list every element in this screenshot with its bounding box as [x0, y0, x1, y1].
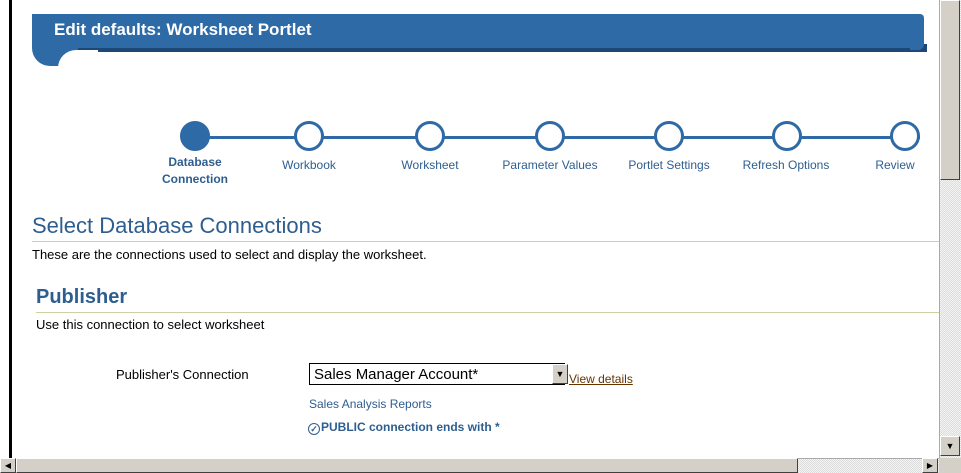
publisher-description: Use this connection to select worksheet [36, 317, 265, 332]
window-left-border [0, 0, 12, 458]
publisher-connection-label: Publisher's Connection [116, 367, 249, 382]
scrollbar-corner [939, 458, 961, 473]
train-step-label-line1: Database [168, 155, 222, 169]
publisher-connection-value: Sales Manager Account* [314, 366, 479, 383]
train-step-review-icon[interactable] [890, 121, 920, 151]
public-connection-note: ✓ PUBLIC connection ends with * [308, 420, 500, 435]
train-step-worksheet-icon[interactable] [415, 121, 445, 151]
train-step-parameter-values[interactable]: Parameter Values [490, 158, 610, 172]
scroll-left-arrow-icon[interactable]: ◀ [0, 458, 16, 473]
dropdown-arrow-icon[interactable]: ▼ [552, 364, 568, 384]
section-description: These are the connections used to select… [32, 247, 427, 262]
public-connection-note-text: PUBLIC connection ends with * [321, 420, 500, 434]
train-step-portlet-settings[interactable]: Portlet Settings [609, 158, 729, 172]
section-title: Select Database Connections [32, 213, 322, 238]
train-step-label-line2: Connection [162, 172, 228, 186]
train-step-portlet-settings-icon[interactable] [654, 121, 684, 151]
section-divider [32, 241, 939, 242]
train-step-refresh-options-icon[interactable] [772, 121, 802, 151]
page-viewport: Edit defaults: Worksheet Portlet Databas… [12, 0, 939, 458]
train-step-parameter-values-icon[interactable] [535, 121, 565, 151]
train-step-database-connection: Database Connection [135, 154, 255, 188]
train-step-worksheet[interactable]: Worksheet [370, 158, 490, 172]
check-circle-icon: ✓ [308, 423, 320, 435]
connection-hint: Sales Analysis Reports [309, 397, 432, 411]
page-title: Edit defaults: Worksheet Portlet [54, 20, 312, 39]
scroll-down-arrow-icon[interactable]: ▼ [940, 436, 960, 456]
publisher-divider [36, 312, 939, 313]
train-step-refresh-options[interactable]: Refresh Options [726, 158, 846, 172]
vertical-scrollbar-thumb[interactable] [940, 0, 960, 180]
header-banner-edge [910, 14, 924, 50]
publisher-connection-select[interactable]: Sales Manager Account* [309, 363, 565, 385]
train-step-workbook-icon[interactable] [294, 121, 324, 151]
train-step-workbook[interactable]: Workbook [249, 158, 369, 172]
publisher-title: Publisher [36, 286, 128, 308]
scroll-right-arrow-icon[interactable]: ▶ [922, 458, 938, 473]
train-step-review[interactable]: Review [845, 158, 939, 172]
horizontal-scrollbar-thumb[interactable] [16, 458, 798, 473]
train-step-database-connection-icon[interactable] [180, 121, 210, 151]
view-details-link[interactable]: View details [569, 372, 633, 386]
